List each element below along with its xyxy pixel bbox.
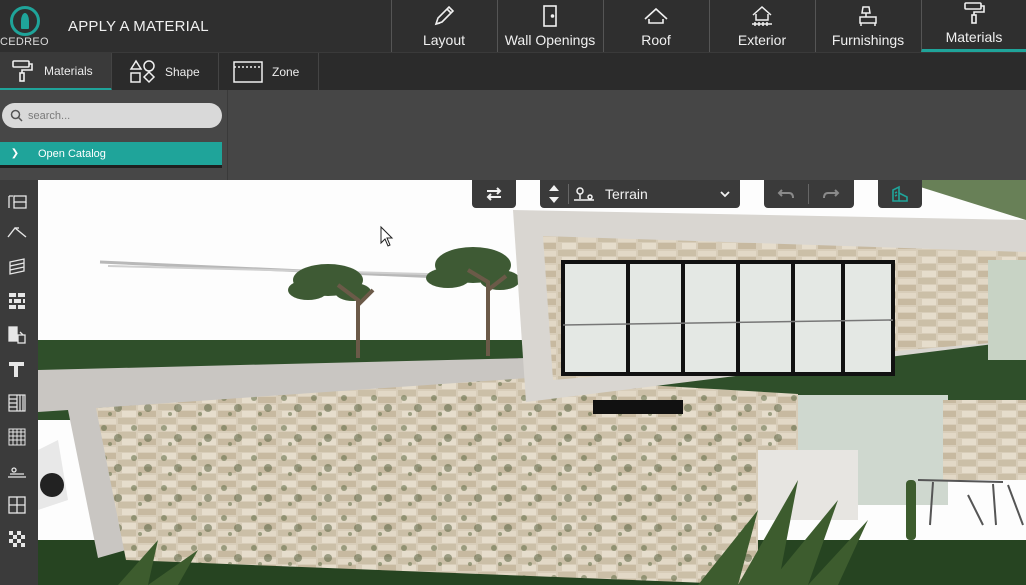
floor-tool-icon[interactable] [2,184,32,214]
house-3d-render[interactable] [38,180,1026,585]
tile-pattern-tool-icon[interactable] [2,422,32,452]
paint-tool-icon[interactable] [2,320,32,350]
nav-layout-label: Layout [422,32,466,48]
view-mode-button[interactable] [878,180,922,208]
grid-tile-tool-icon[interactable] [2,490,32,520]
ground-tool-icon[interactable] [2,456,32,486]
search-box [2,103,222,128]
search-icon [10,109,23,122]
nav-exterior-label: Exterior [737,32,787,48]
top-bar: CEDREO APPLY A MATERIAL Layout Wall Open… [0,0,1026,52]
nav-materials-label: Materials [945,29,1003,45]
up-down-arrows-icon [549,185,559,203]
nav-layout[interactable]: Layout [391,0,496,52]
door-icon [543,5,557,27]
zone-icon [233,61,263,83]
redo-button[interactable] [809,180,853,208]
terrain-label: Terrain [605,186,648,202]
cedreo-logo-mark [10,6,40,36]
chevron-down-icon: ❯ [10,148,20,159]
nav-exterior[interactable]: Exterior [709,0,814,52]
stairs-tool-icon[interactable] [2,354,32,384]
options-panel: ❯ Open Catalog [0,90,1026,180]
catalog-panel: ❯ Open Catalog [0,90,228,180]
paint-roller-icon [12,59,33,82]
tab-zone[interactable]: Zone [220,53,319,91]
level-stepper[interactable] [540,180,568,208]
terrain-selector[interactable]: Terrain [540,180,740,208]
open-catalog-label: Open Catalog [38,147,106,160]
undo-icon [777,189,794,199]
swap-view-button[interactable] [472,180,516,208]
chevron-down-icon[interactable] [710,180,740,208]
brick-tool-icon[interactable] [2,286,32,316]
history-controls [764,180,854,208]
page-title: APPLY A MATERIAL [68,18,209,35]
siding-tool-icon[interactable] [2,252,32,282]
roof-icon [644,7,668,24]
tab-shape-label: Shape [165,65,200,79]
brand-name: CEDREO [0,36,49,48]
nav-roof[interactable]: Roof [603,0,708,52]
nav-furnishings[interactable]: Furnishings [815,0,920,52]
undo-button[interactable] [764,180,808,208]
shapes-icon [129,59,156,84]
tool-tabs: Materials Shape Zone [0,52,1026,91]
nav-wall-openings-label: Wall Openings [504,32,596,48]
parquet-tool-icon[interactable] [2,388,32,418]
tab-zone-label: Zone [272,65,300,79]
side-toolbar [0,180,38,585]
3d-viewport[interactable] [38,180,1026,585]
pencil-icon [434,5,455,26]
nav-roof-label: Roof [641,32,671,48]
nav-wall-openings[interactable]: Wall Openings [497,0,602,52]
terrain-icon [569,180,599,208]
redo-icon [823,189,840,199]
roof-tool-icon[interactable] [2,218,32,248]
search-input[interactable] [28,107,208,124]
tab-materials[interactable]: Materials [0,53,112,91]
paint-roller-icon [964,2,985,24]
checker-tool-icon[interactable] [2,524,32,554]
furnishings-icon [859,6,877,26]
nav-materials[interactable]: Materials [921,0,1026,52]
exterior-icon [752,5,772,26]
tab-materials-label: Materials [44,63,93,78]
nav-furnishings-label: Furnishings [831,32,905,48]
swap-arrows-icon [486,187,502,201]
cedreo-logo[interactable]: CEDREO [0,4,56,50]
house-3d-icon [892,185,908,202]
app-window: CEDREO APPLY A MATERIAL Layout Wall Open… [0,0,1026,585]
tab-shape[interactable]: Shape [113,53,219,91]
open-catalog-button[interactable]: ❯ Open Catalog [0,142,222,168]
